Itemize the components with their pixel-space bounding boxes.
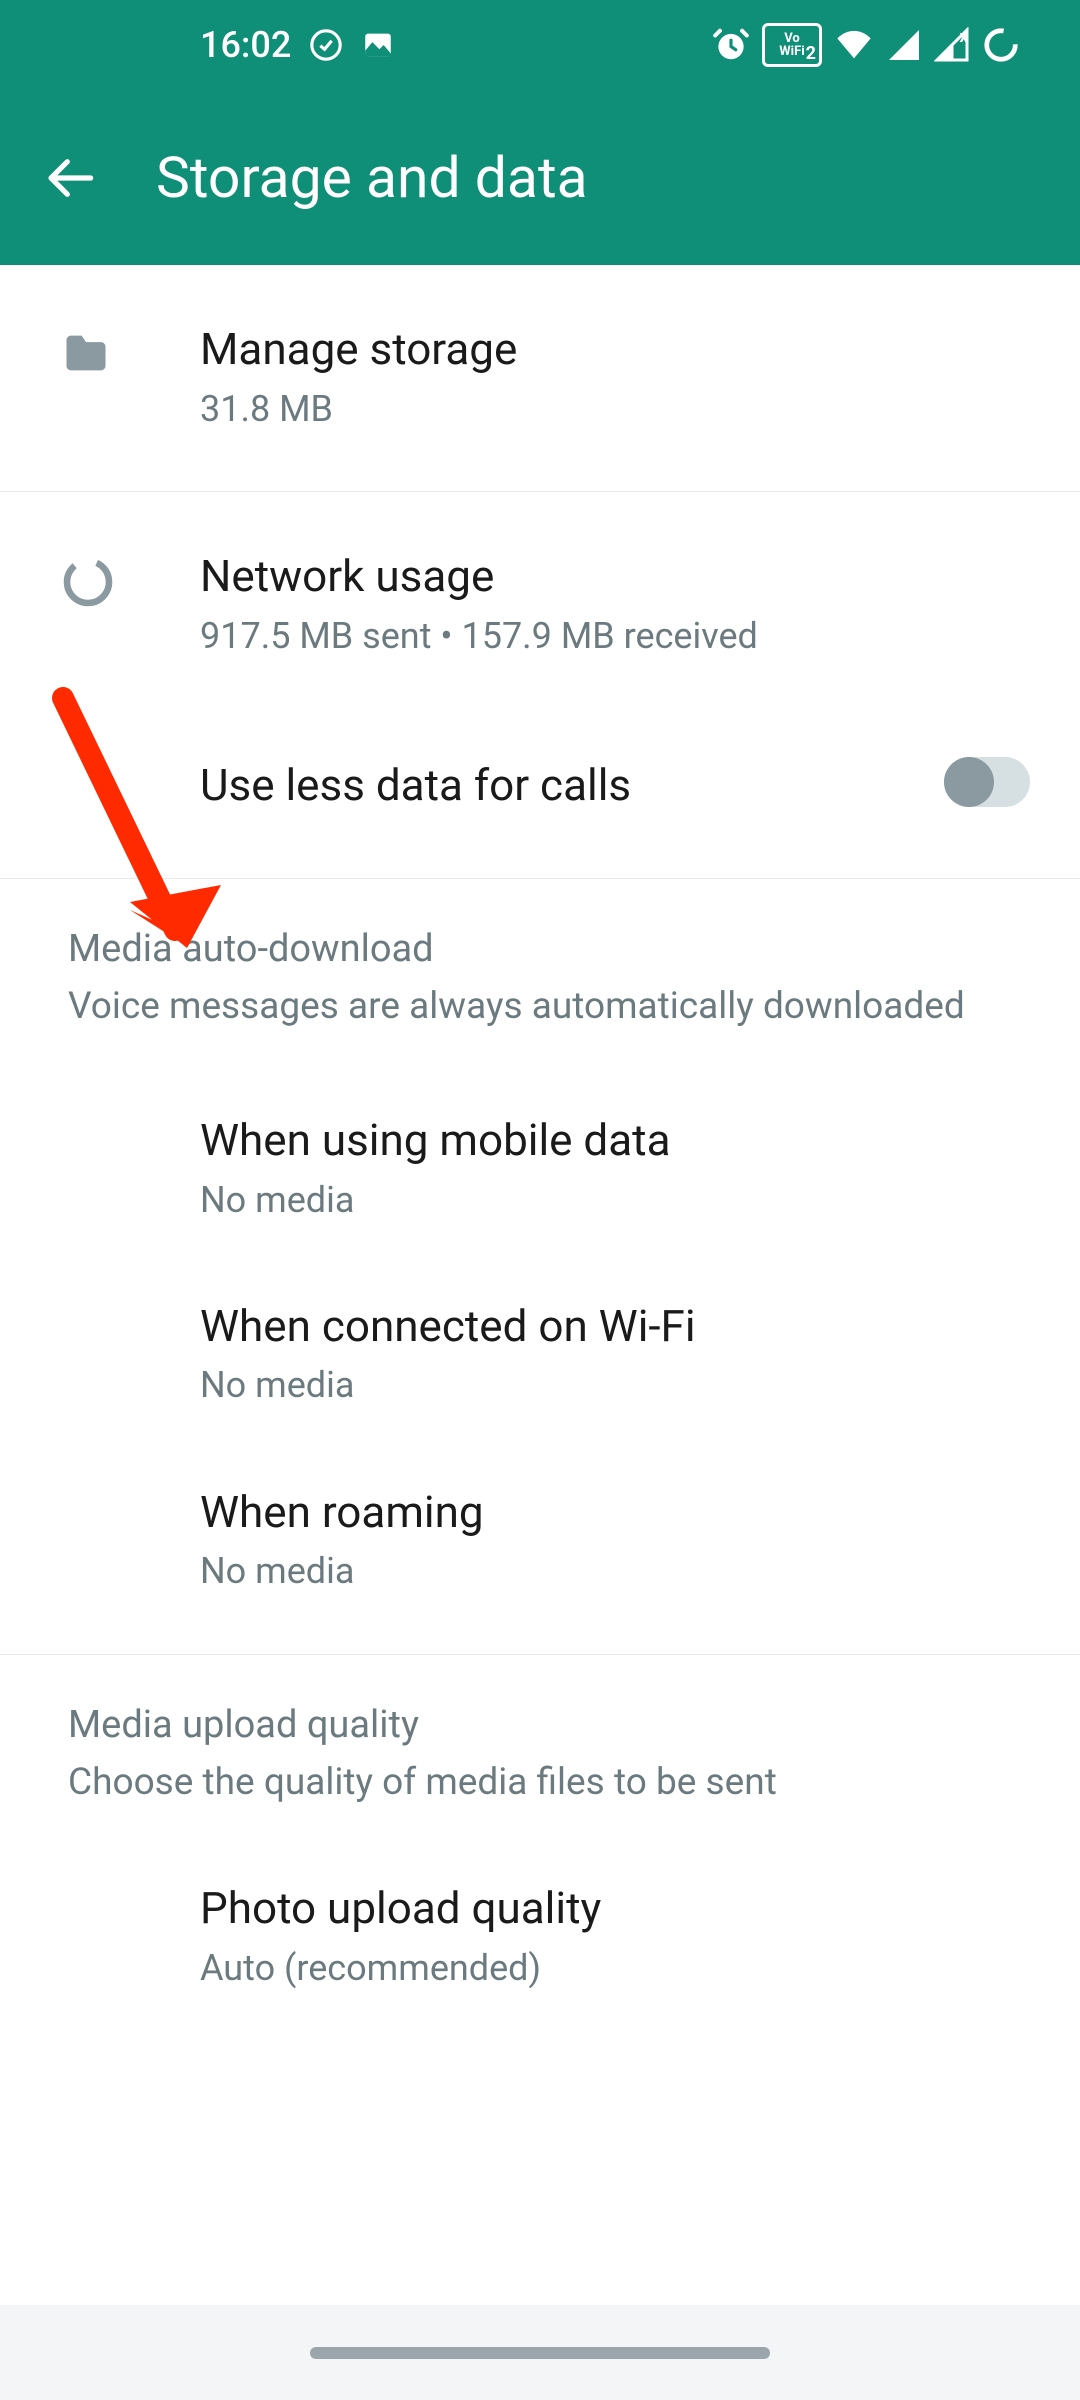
wifi-row[interactable]: When connected on Wi-Fi No media [0,1261,1080,1447]
signal-2-icon: x [934,27,970,63]
media-auto-download-header: Media auto-download Voice messages are a… [0,879,1080,1053]
back-button[interactable] [40,146,104,210]
signal-1-icon [886,27,922,63]
svg-text:x: x [960,28,969,47]
photo-upload-quality-subtitle: Auto (recommended) [200,1943,1040,1993]
use-less-data-toggle[interactable] [944,757,1030,807]
alarm-icon [712,26,750,64]
network-usage-title: Network usage [200,548,1040,605]
wifi-title: When connected on Wi-Fi [200,1297,1040,1356]
folder-icon [60,327,112,383]
image-icon [361,28,395,62]
status-bar: 16:02 Vo WiFi 2 [0,0,1080,90]
use-less-data-row[interactable]: Use less data for calls [0,717,1080,878]
network-usage-row[interactable]: Network usage 917.5 MB sent • 157.9 MB r… [0,492,1080,718]
roaming-subtitle: No media [200,1546,1040,1596]
media-auto-download-title: Media auto-download [68,927,1012,971]
mobile-data-subtitle: No media [200,1175,1040,1225]
roaming-title: When roaming [200,1483,1040,1542]
manage-storage-title: Manage storage [200,321,1040,378]
mobile-data-title: When using mobile data [200,1111,1040,1170]
status-right: Vo WiFi 2 x [712,23,1020,67]
loading-circle-icon [982,26,1020,64]
data-usage-icon [60,554,116,614]
vowifi-icon: Vo WiFi 2 [762,23,822,67]
media-upload-quality-header: Media upload quality Choose the quality … [0,1655,1080,1829]
status-time: 16:02 [200,24,291,66]
navigation-bar [0,2305,1080,2400]
manage-storage-row[interactable]: Manage storage 31.8 MB [0,265,1080,491]
mobile-data-row[interactable]: When using mobile data No media [0,1053,1080,1261]
photo-upload-quality-row[interactable]: Photo upload quality Auto (recommended) [0,1829,1080,2029]
wifi-subtitle: No media [200,1360,1040,1410]
arrow-left-icon [44,150,100,206]
page-title: Storage and data [156,144,588,211]
status-left: 16:02 [200,24,395,66]
app-header: Storage and data [0,90,1080,265]
manage-storage-subtitle: 31.8 MB [200,384,1040,434]
use-less-data-title: Use less data for calls [200,757,944,814]
media-auto-download-desc: Voice messages are always automatically … [68,981,1012,1033]
toggle-knob [944,757,994,807]
network-usage-subtitle: 917.5 MB sent • 157.9 MB received [200,611,1040,661]
media-upload-quality-title: Media upload quality [68,1703,1012,1747]
photo-upload-quality-title: Photo upload quality [200,1879,1040,1938]
roaming-row[interactable]: When roaming No media [0,1447,1080,1655]
settings-content: Manage storage 31.8 MB Network usage 917… [0,265,1080,2029]
gesture-handle[interactable] [310,2347,770,2359]
wifi-icon [834,25,874,65]
check-circle-icon [309,28,343,62]
media-upload-quality-desc: Choose the quality of media files to be … [68,1757,1012,1809]
